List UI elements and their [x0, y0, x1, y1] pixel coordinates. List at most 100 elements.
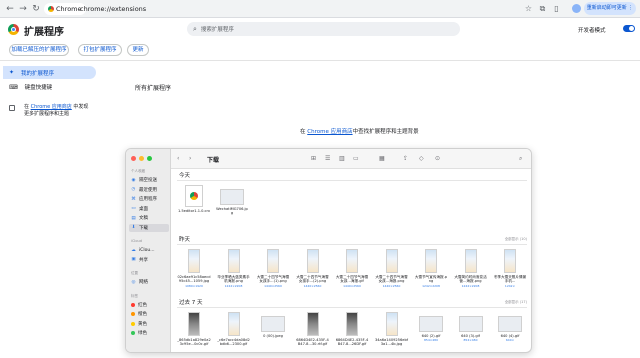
- address-bar[interactable]: chrome://extensions: [80, 3, 146, 15]
- file-dimensions: 1242×2208: [224, 283, 243, 288]
- file-item[interactable]: 6864D4E2-435F-4B47-8...30.rtf.gif: [296, 312, 330, 347]
- finder-tag-item[interactable]: 红色: [129, 301, 169, 309]
- forward-arrow-icon[interactable]: →: [17, 3, 29, 15]
- list-view-icon[interactable]: ☰: [325, 155, 330, 163]
- store-link[interactable]: Chrome 应用商店: [31, 104, 72, 110]
- sidebar-item-my-extensions[interactable]: ✦ 我的扩展程序: [3, 66, 96, 79]
- file-thumbnail: [346, 312, 358, 336]
- close-window-icon[interactable]: [131, 156, 136, 161]
- sidebar-item-label: 我的扩展程序: [21, 70, 55, 77]
- file-item[interactable]: 大雪二十四节气海雪女孩手...(2).png 1440×2560: [296, 249, 330, 288]
- finder-sidebar-item[interactable]: ▭ 桌面: [129, 205, 169, 213]
- file-item[interactable]: WechatIMG706.jp g: [215, 185, 249, 216]
- finder-sidebar-label: 网络: [139, 280, 148, 285]
- gallery-view-icon[interactable]: ▭: [353, 155, 359, 163]
- keyboard-icon: ⌨: [9, 83, 18, 91]
- show-all-yesterday-link[interactable]: 全部显示 (10): [505, 237, 527, 242]
- tag-dot-icon: [131, 331, 135, 335]
- pack-extension-button[interactable]: 打包扩展程序: [78, 44, 122, 56]
- file-item[interactable]: 毕业季晒大蓝类素手机海报.png 1242×2208: [217, 249, 251, 288]
- file-item[interactable]: 大雪节气宣传海报.png 1242×2208: [414, 249, 448, 288]
- finder-tag-item[interactable]: 黄色: [129, 320, 169, 328]
- file-name: 大雪简约时尚渐变活营...海报.png: [454, 275, 487, 284]
- back-chevron-icon[interactable]: ‹: [177, 155, 179, 163]
- file-thumbnail: [419, 316, 443, 332]
- forward-chevron-icon[interactable]: ›: [189, 155, 191, 163]
- file-item[interactable]: 0 (00).jpeg: [256, 312, 290, 338]
- icon-view-icon[interactable]: ⊞: [311, 155, 316, 163]
- tag-icon[interactable]: ◇: [419, 155, 424, 163]
- star-icon[interactable]: ☆: [523, 3, 534, 14]
- file-thumbnail: [458, 316, 483, 332]
- file-item[interactable]: 大雪二十四节气海雪女孩...海报.png 1440×2560: [375, 249, 409, 288]
- sidebar-item-keyboard-shortcuts[interactable]: ⌨ 键盘快捷键: [9, 83, 52, 92]
- back-arrow-icon[interactable]: ←: [4, 3, 16, 15]
- minimize-window-icon[interactable]: [139, 156, 144, 161]
- finder-sidebar-item[interactable]: ⌘ 应用程序: [129, 195, 169, 203]
- avatar[interactable]: [572, 4, 581, 13]
- share-icon[interactable]: ⇪: [403, 155, 408, 163]
- section-today-label: 今天: [179, 173, 191, 179]
- find-more-store-link[interactable]: Chrome 应用商店: [307, 129, 352, 135]
- developer-mode-toggle[interactable]: [623, 25, 635, 32]
- file-dimensions: 1242×2208: [422, 283, 440, 288]
- finder-sidebar-item[interactable]: ☁ iClou...: [129, 246, 169, 254]
- load-unpacked-button[interactable]: 加载已解压的扩展程序: [9, 44, 69, 56]
- file-item[interactable]: 640 (2).gif 854×480: [414, 312, 448, 342]
- section-yesterday-label: 昨天: [179, 237, 191, 243]
- file-item[interactable]: 大雪简约时尚渐变活营...海报.png 1242×2208: [454, 249, 488, 288]
- search-input[interactable]: ⌕ 搜索扩展程序: [187, 22, 460, 36]
- update-relaunch-button[interactable]: 重新启动即可更新 ⋮: [584, 2, 636, 15]
- finder-sidebar-item[interactable]: ▤ 文稿: [129, 214, 169, 222]
- file-thumbnail: [227, 312, 240, 336]
- finder-window[interactable]: 个人收藏 ◉ 隔空投送 ◷ 最近使用 ⌘ 应用程序 ▭ 桌面 ▤ 文稿 ⬇ 下载 iCloud ☁ iClou…: [125, 148, 532, 353]
- file-item[interactable]: 02c6ae91c58aecd95c45...1059.jpg 1080×1920: [177, 249, 211, 288]
- document-icon: ▤: [131, 215, 136, 221]
- file-item[interactable]: 640 (4).gif 640×: [493, 312, 527, 342]
- file-dimensions: 1440×2560: [382, 283, 401, 288]
- file-item[interactable]: _865db1a829e0a23c95e...0c0c.gif: [177, 312, 211, 347]
- group-by-icon[interactable]: ▦: [379, 155, 385, 163]
- file-item[interactable]: 6864D4E2-435F-4B47-8...26DF.gif: [335, 312, 369, 347]
- finder-sidebar-item[interactable]: ◎ 网络: [129, 278, 169, 286]
- file-item[interactable]: _c6e7acc4da08d2bdb6...2300.gif: [217, 312, 251, 347]
- find-more-suffix: 中查找扩展程序和主题背景: [352, 129, 419, 135]
- show-all-last7-link[interactable]: 全部显示 (17): [505, 300, 527, 305]
- finder-tag-item[interactable]: 绿色: [129, 329, 169, 337]
- finder-sidebar-label: 应用程序: [139, 197, 157, 202]
- browser-window: ← → ↻ Chrome chrome://extensions ☆ ⧉ ▯ 重…: [0, 0, 640, 358]
- update-button[interactable]: 更新: [127, 44, 149, 56]
- more-actions-icon[interactable]: ⊙: [435, 155, 440, 163]
- section-divider: [177, 307, 527, 308]
- finder-sidebar-item[interactable]: ◷ 最近使用: [129, 186, 169, 194]
- file-thumbnail: [220, 189, 244, 205]
- tag-dot-icon: [131, 312, 135, 316]
- extensions-icon[interactable]: ⧉: [537, 3, 548, 14]
- finder-sidebar-label: 桌面: [139, 206, 148, 212]
- file-item[interactable]: 1.5editor1.1.0.crx: [177, 185, 211, 213]
- finder-sidebar-item[interactable]: ⬇ 下载: [129, 223, 169, 232]
- finder-sidebar-item[interactable]: ▣ 共享: [129, 256, 169, 264]
- column-view-icon[interactable]: ▥: [339, 155, 345, 163]
- desktop-icon: ▭: [131, 206, 136, 211]
- chrome-logo-icon: [8, 24, 19, 35]
- reload-icon[interactable]: ↻: [30, 3, 42, 15]
- search-placeholder: 搜索扩展程序: [200, 27, 234, 33]
- network-icon: ◎: [131, 279, 136, 285]
- file-item[interactable]: 大雪二十四节气海雪女孩手...(1).png 1440×2560: [256, 249, 290, 288]
- file-name: _c6e7acc4da08d2bdb6...2300.gif: [217, 338, 250, 347]
- finder-search-icon[interactable]: ⌕: [519, 155, 522, 163]
- file-name: 大雪节气宣传海报.png: [414, 275, 448, 284]
- file-thumbnail: [385, 312, 398, 336]
- finder-sidebar-header: 个人收藏: [131, 169, 145, 173]
- zoom-window-icon[interactable]: [147, 156, 152, 161]
- file-thumbnail: [188, 249, 200, 273]
- file-name: 毕业季晒大蓝类素手机海报.png: [217, 275, 250, 284]
- sidebar-icon[interactable]: ▯: [551, 3, 562, 14]
- finder-sidebar-item[interactable]: ◉ 隔空投送: [129, 176, 169, 184]
- finder-tag-item[interactable]: 橙色: [129, 310, 169, 318]
- file-item[interactable]: 640 (3).gif 854×480: [454, 312, 488, 342]
- file-item[interactable]: 冬季大雪天照片情景手机... 1242×: [493, 249, 527, 288]
- file-item[interactable]: 34a6a1409256ebf3a1...4b.jpg: [375, 312, 409, 347]
- file-item[interactable]: 大雪二十四节气海雪女孩...海报.gif 1440×2560: [335, 249, 369, 288]
